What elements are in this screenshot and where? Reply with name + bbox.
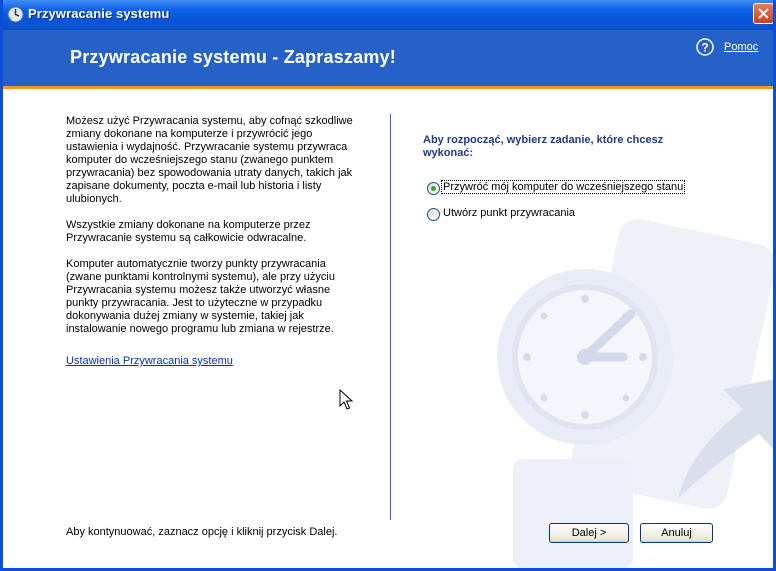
radio-button[interactable] <box>427 208 440 221</box>
svg-text:?: ? <box>701 41 708 55</box>
close-icon <box>758 8 769 19</box>
next-button[interactable]: Dalej > <box>549 523 629 543</box>
page-heading: Przywracanie systemu - Zapraszamy! <box>70 47 396 67</box>
help-icon[interactable]: ? <box>696 38 714 56</box>
system-restore-app-icon <box>7 6 24 23</box>
clock-watermark-icon <box>497 219 773 568</box>
footer-instruction: Aby kontynuować, zaznacz opcję i kliknij… <box>66 526 338 538</box>
system-restore-window: Przywracanie systemu Przywracanie system… <box>0 0 776 571</box>
create-point-option-label[interactable]: Utwórz punkt przywracania <box>442 207 576 219</box>
radio-selected-dot <box>431 186 436 191</box>
reversible-paragraph: Wszystkie zmiany dokonane na komputerze … <box>66 219 311 244</box>
task-prompt: Aby rozpocząć, wybierz zadanie, które ch… <box>423 134 664 159</box>
restore-option-label[interactable]: Przywróć mój komputer do wcześniejszego … <box>440 180 686 194</box>
window-title: Przywracanie systemu <box>28 6 170 21</box>
close-button[interactable] <box>753 3 773 24</box>
header-banner: Przywracanie systemu - Zapraszamy! ? Pom… <box>3 30 773 89</box>
cancel-button[interactable]: Anuluj <box>640 523 713 543</box>
vertical-divider <box>390 114 391 520</box>
help-link[interactable]: Pomoc <box>724 41 758 53</box>
main-content: Możesz użyć Przywracania systemu, aby co… <box>3 89 773 568</box>
intro-paragraph: Możesz użyć Przywracania systemu, aby co… <box>66 115 353 205</box>
restore-settings-link[interactable]: Ustawienia Przywracania systemu <box>66 355 233 367</box>
title-bar[interactable]: Przywracanie systemu <box>3 0 773 30</box>
restore-points-paragraph: Komputer automatycznie tworzy punkty prz… <box>66 258 335 335</box>
radio-button-selected[interactable] <box>427 182 440 195</box>
mouse-cursor-icon <box>339 389 353 410</box>
